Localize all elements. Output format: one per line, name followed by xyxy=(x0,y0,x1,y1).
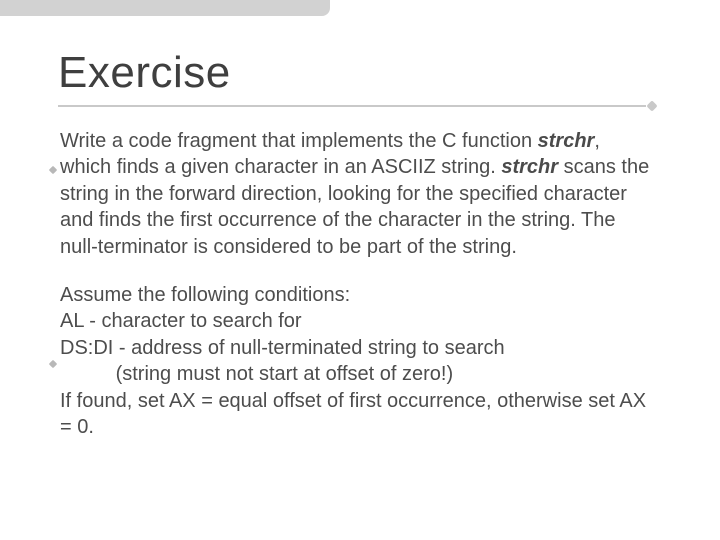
condition-line: If found, set AX = equal offset of first… xyxy=(60,390,646,438)
header-accent-bar xyxy=(0,0,330,16)
bullet-diamond-icon xyxy=(49,360,57,368)
condition-line: Assume the following conditions: xyxy=(60,284,350,306)
paragraph-conditions: Assume the following conditions: AL - ch… xyxy=(58,282,656,440)
paragraph-description: Write a code fragment that implements th… xyxy=(58,128,656,260)
text-run: Write a code fragment that implements th… xyxy=(60,130,538,152)
slide-title: Exercise xyxy=(58,48,656,98)
condition-line: DS:DI - address of null-terminated strin… xyxy=(60,337,505,359)
title-divider xyxy=(58,102,656,110)
divider-diamond-icon xyxy=(646,100,657,111)
keyword-strchr: strchr xyxy=(538,130,595,152)
condition-line: AL - character to search for xyxy=(60,310,302,332)
keyword-strchr: strchr xyxy=(501,156,558,178)
divider-line xyxy=(58,105,646,107)
slide-container: Exercise Write a code fragment that impl… xyxy=(0,0,720,440)
condition-line: (string must not start at offset of zero… xyxy=(60,363,453,385)
bullet-diamond-icon xyxy=(49,166,57,174)
